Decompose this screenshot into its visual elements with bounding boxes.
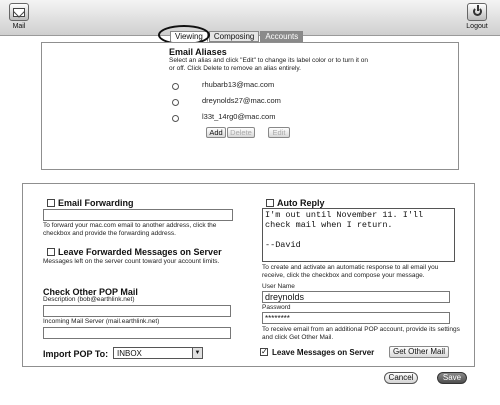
import-pop-label: Import POP To:	[43, 349, 109, 359]
password-input[interactable]: ********	[262, 312, 450, 324]
alias-address: rhubarb13@mac.com	[202, 80, 275, 89]
alias-radio[interactable]	[172, 115, 179, 122]
account-settings-panel: Email Forwarding To forward your mac.com…	[22, 183, 475, 367]
leave-messages-checkbox[interactable]: ✓	[260, 348, 268, 356]
email-aliases-panel: Email Aliases Select an alias and click …	[41, 42, 459, 170]
get-other-mail-button[interactable]: Get Other Mail	[389, 346, 449, 358]
aliases-title: Email Aliases	[169, 47, 227, 57]
email-forwarding-title: Email Forwarding	[58, 198, 134, 208]
mail-icon	[9, 3, 29, 21]
logout-button[interactable]: Logout	[462, 3, 492, 34]
cancel-button[interactable]: Cancel	[384, 372, 418, 384]
auto-reply-message[interactable]: I'm out until November 11. I'll check ma…	[262, 208, 455, 262]
leave-forwarded-checkbox[interactable]	[47, 248, 55, 256]
add-alias-button[interactable]: Add	[206, 127, 226, 138]
pop-description-label: Description (bob@earthlink.net)	[43, 296, 135, 303]
username-input[interactable]: dreynolds	[262, 291, 450, 303]
alias-radio[interactable]	[172, 83, 179, 90]
pop-description-input[interactable]	[43, 305, 231, 317]
tab-composing[interactable]: Composing	[208, 31, 260, 42]
password-label: Password	[262, 304, 291, 311]
import-pop-value: INBOX	[117, 349, 142, 358]
forwarding-address-input[interactable]	[43, 209, 233, 221]
save-button[interactable]: Save	[437, 372, 467, 384]
auto-reply-title: Auto Reply	[277, 198, 325, 208]
pop-help: To receive email from an additional POP …	[262, 326, 460, 341]
edit-alias-button[interactable]: Edit	[268, 127, 290, 138]
import-pop-select[interactable]: INBOX ▼	[113, 347, 203, 359]
auto-reply-help: To create and activate an automatic resp…	[262, 264, 439, 279]
pop-server-label: Incoming Mail Server (mail.earthlink.net…	[43, 318, 160, 325]
logout-label: Logout	[466, 23, 488, 30]
leave-forwarded-label: Leave Forwarded Messages on Server	[58, 247, 222, 257]
leave-messages-label: Leave Messages on Server	[272, 348, 375, 357]
power-icon	[467, 3, 487, 21]
alias-radio[interactable]	[172, 99, 179, 106]
chevron-down-icon: ▼	[192, 348, 202, 358]
forwarding-help: To forward your mac.com email to another…	[43, 222, 217, 237]
pop-server-input[interactable]	[43, 327, 231, 339]
alias-address: dreynolds27@mac.com	[202, 96, 281, 105]
mail-app-button[interactable]: Mail	[4, 3, 34, 34]
username-label: User Name	[262, 283, 295, 290]
leave-forwarded-help: Messages left on the server count toward…	[43, 258, 220, 265]
tab-accounts[interactable]: Accounts	[260, 31, 304, 42]
email-forwarding-checkbox[interactable]	[47, 199, 55, 207]
auto-reply-checkbox[interactable]	[266, 199, 274, 207]
alias-address: l33t_14rg0@mac.com	[202, 112, 276, 121]
mail-label: Mail	[12, 23, 26, 30]
delete-alias-button[interactable]: Delete	[227, 127, 255, 138]
aliases-help: Select an alias and click "Edit" to chan…	[169, 57, 368, 72]
